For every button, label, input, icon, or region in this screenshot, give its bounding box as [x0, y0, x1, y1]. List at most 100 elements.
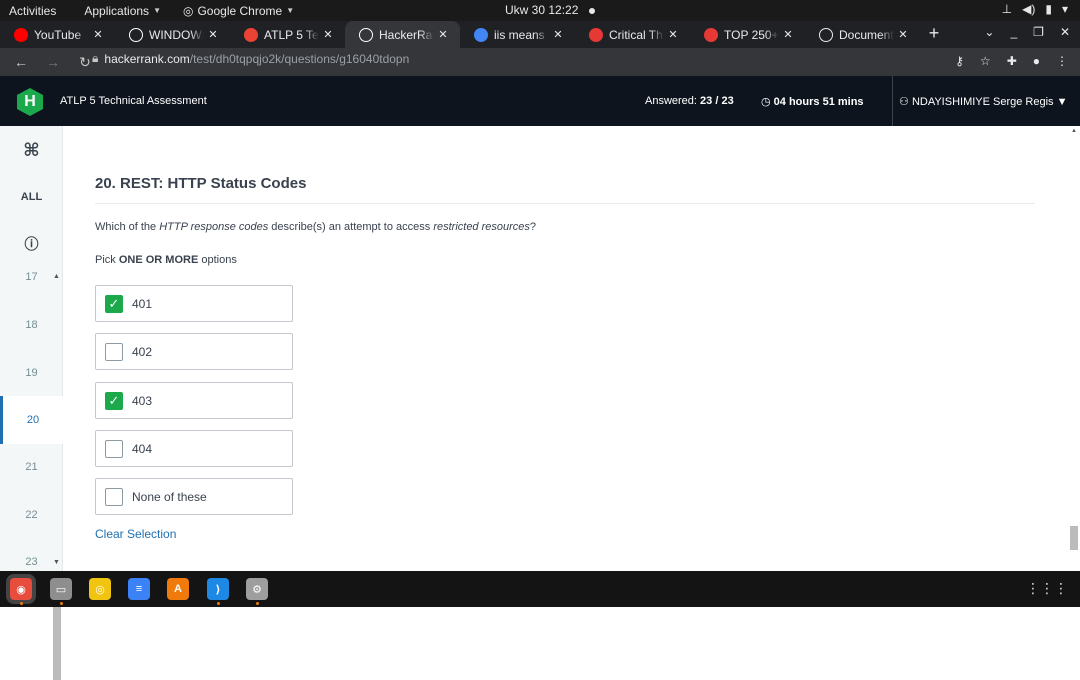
sidebar-scrollbar[interactable]	[53, 603, 61, 680]
app-menu-chrome[interactable]: ◎ Google Chrome ▼	[183, 4, 294, 18]
answer-option-label: 402	[132, 344, 153, 359]
tab-3[interactable]: HackerRank✕	[345, 21, 460, 48]
divider	[95, 203, 1035, 204]
key-icon[interactable]: ⚷	[955, 54, 964, 68]
question-nav-item[interactable]: 20	[0, 396, 63, 444]
close-tab-icon[interactable]: ✕	[89, 28, 107, 41]
answer-option[interactable]: 402	[95, 333, 293, 370]
question-nav-item[interactable]: 21	[0, 461, 63, 473]
address-bar[interactable]: 🔒︎ hackerrank.com/test/dh0tqpqjo2k/quest…	[92, 51, 409, 66]
scroll-up-arrow-icon[interactable]: ▲	[53, 273, 60, 280]
time-remaining: ◷ 04 hours 51 mins	[761, 96, 864, 108]
caret-down-icon: ▾	[1061, 2, 1068, 16]
answer-option[interactable]: 404	[95, 430, 293, 467]
new-tab-button[interactable]: +	[920, 21, 948, 48]
running-indicator	[60, 602, 63, 605]
applications-menu[interactable]: Applications ▼	[84, 4, 161, 18]
divider	[892, 76, 893, 126]
tab-2[interactable]: ATLP 5 Tech✕	[230, 21, 345, 48]
answer-option[interactable]: None of these	[95, 478, 293, 515]
window-controls: ⌄ _ ❐ ✕	[984, 25, 1070, 39]
lock-icon: 🔒︎	[92, 51, 99, 65]
tab-label: iis means in	[494, 27, 549, 42]
close-window-icon[interactable]: ✕	[1060, 25, 1070, 39]
scroll-down-arrow-icon[interactable]: ▼	[53, 559, 60, 566]
running-indicator	[256, 602, 259, 605]
running-indicator	[217, 602, 220, 605]
close-tab-icon[interactable]: ✕	[204, 28, 222, 41]
main-scrollbar[interactable]	[1070, 526, 1078, 550]
tab-label: TOP 250+ A	[724, 27, 779, 42]
scroll-up-arrow-icon[interactable]: ▲	[1071, 128, 1077, 134]
answer-option-label: None of these	[132, 489, 207, 504]
question-nav-item[interactable]: 19	[0, 367, 63, 379]
answer-option[interactable]: ✓ 403	[95, 382, 293, 419]
clear-selection-link[interactable]: Clear Selection	[95, 527, 176, 541]
tab-0[interactable]: YouTube ✕	[0, 21, 115, 48]
tab-5[interactable]: Critical Thin✕	[575, 21, 690, 48]
vscode-app-icon[interactable]: ⟩	[207, 578, 229, 600]
profile-avatar-icon[interactable]: ●	[1033, 54, 1040, 68]
close-tab-icon[interactable]: ✕	[894, 28, 912, 41]
tab-6[interactable]: TOP 250+ A✕	[690, 21, 805, 48]
settings-app-icon[interactable]: ⚙	[246, 578, 268, 600]
close-tab-icon[interactable]: ✕	[319, 28, 337, 41]
menu-dots-icon[interactable]: ⋮	[1056, 54, 1068, 68]
tab-4[interactable]: iis means in✕	[460, 21, 575, 48]
clock-icon: ◷	[761, 96, 771, 108]
rhythmbox-app-icon[interactable]: ◎	[89, 578, 111, 600]
tab-1[interactable]: WINDOWS ✕	[115, 21, 230, 48]
writer-app-icon[interactable]: ≡	[128, 578, 150, 600]
github-icon	[129, 27, 143, 42]
close-tab-icon[interactable]: ✕	[434, 28, 452, 41]
globe-icon	[819, 27, 833, 42]
system-tray[interactable]: ⊥ ◀) ▮ ▾	[1002, 2, 1068, 16]
close-tab-icon[interactable]: ✕	[664, 28, 682, 41]
question-sidebar: ⌘ ALL ⓘ 17 18 19 20 21 22 23 ▲ ▼	[0, 126, 63, 680]
restore-icon[interactable]: ❐	[1033, 25, 1044, 39]
back-icon[interactable]: ←	[10, 54, 32, 70]
answer-option[interactable]: ✓ 401	[95, 285, 293, 322]
close-tab-icon[interactable]: ✕	[549, 28, 567, 41]
tab-label: YouTube	[34, 27, 82, 42]
gmail-icon	[244, 27, 258, 42]
google-icon	[474, 27, 488, 42]
checkbox-checked-icon[interactable]: ✓	[105, 391, 123, 410]
info-icon[interactable]: ⓘ	[0, 234, 63, 254]
checkbox-empty-icon[interactable]	[105, 439, 123, 458]
forward-icon[interactable]: →	[42, 54, 64, 70]
system-clock[interactable]: Ukw 30 12:22	[505, 3, 596, 17]
battery-icon: ▮	[1045, 2, 1052, 16]
checkbox-checked-icon[interactable]: ✓	[105, 294, 123, 313]
question-nav-item[interactable]: 18	[0, 319, 63, 331]
activities-button[interactable]: Activities	[9, 4, 56, 18]
command-icon[interactable]: ⌘	[0, 140, 63, 161]
files-app-icon[interactable]: ▭	[50, 578, 72, 600]
tab-label: WINDOWS	[149, 27, 204, 42]
caret-down-icon: ▼	[153, 6, 161, 15]
all-questions-button[interactable]: ALL	[0, 191, 63, 203]
checkbox-empty-icon[interactable]	[105, 487, 123, 506]
chrome-app-icon[interactable]: ◉	[10, 578, 32, 600]
network-icon: ⊥	[1001, 2, 1013, 16]
bookmark-star-icon[interactable]: ☆	[980, 54, 991, 68]
extensions-icon[interactable]: ✚	[1007, 54, 1017, 68]
tab-strip: YouTube✕WINDOWS✕ATLP 5 Tech✕HackerRank✕i…	[0, 21, 1080, 48]
job-icon	[589, 27, 603, 42]
tab-7[interactable]: Document ✕	[805, 21, 920, 48]
tab-label: Critical Thin	[609, 27, 664, 42]
checkbox-empty-icon[interactable]	[105, 342, 123, 361]
hackerrank-logo-icon[interactable]: H	[17, 88, 43, 116]
minimize-icon[interactable]: _	[1010, 25, 1017, 39]
volume-icon: ◀)	[1022, 2, 1036, 16]
tab-search-icon[interactable]: ⌄	[984, 25, 994, 39]
running-indicator	[20, 602, 23, 605]
user-menu[interactable]: ⚇ NDAYISHIMIYE Serge Regis ▼	[899, 95, 1068, 108]
url-host: hackerrank.com	[104, 51, 190, 66]
question-nav-item[interactable]: 22	[0, 509, 63, 521]
browser-toolbar: ← → ↻ 🔒︎ hackerrank.com/test/dh0tqpqjo2k…	[0, 48, 1080, 76]
url-path: /test/dh0tqpqjo2k/questions/g16040tdopn	[189, 51, 410, 66]
close-tab-icon[interactable]: ✕	[779, 28, 797, 41]
software-center-app-icon[interactable]: A	[167, 578, 189, 600]
show-apps-grid-icon[interactable]: ⋮⋮⋮	[1026, 580, 1068, 597]
